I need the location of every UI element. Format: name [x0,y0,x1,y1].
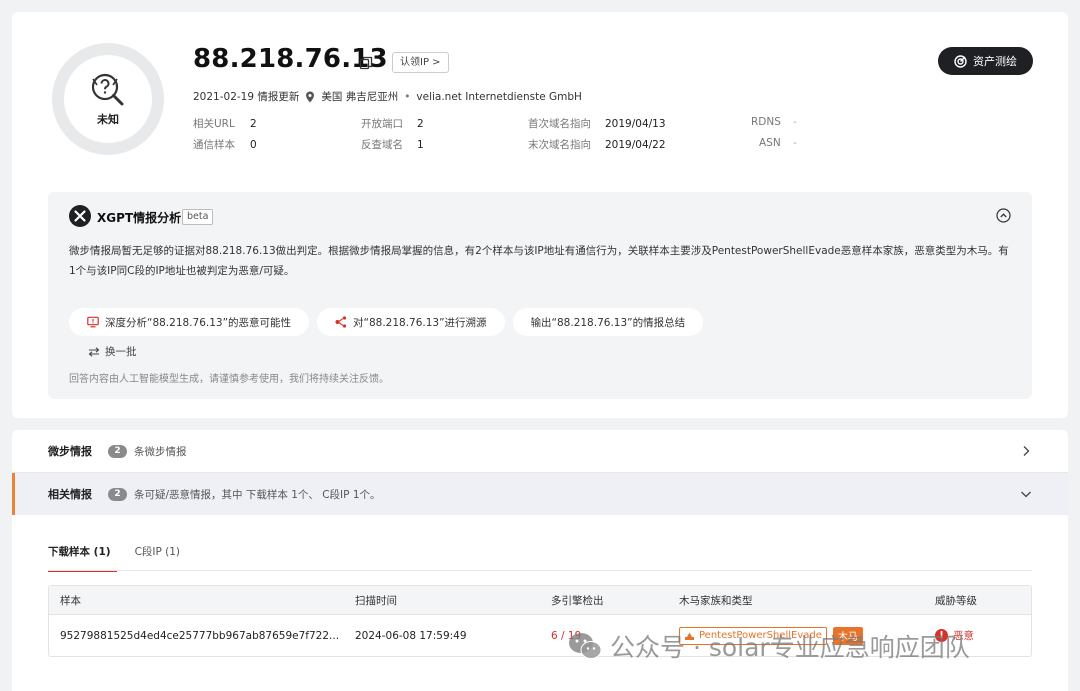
watermark-text: 公众号 · solar专业应急响应团队 [610,633,970,662]
chip-summary-label: 输出“88.218.76.13”的情报总结 [530,316,686,329]
section-threatbook-intel[interactable]: 微步情报 2 条微步情报 [12,430,1068,472]
stat-open-ports: 开放端口 2 [361,118,424,130]
count-badge: 2 [108,487,127,501]
meta-separator: • [404,90,411,103]
col-threat-level: 威胁等级 [935,594,977,607]
table-header: 样本 扫描时间 多引擎检出 木马家族和类型 威胁等级 [49,586,1031,614]
section-desc: 条微步情报 [134,445,187,458]
tabs-divider [48,570,1032,571]
related-tabs: 下载样本 (1) C段IP (1) [48,544,180,572]
chevron-right-icon [1023,446,1030,456]
scan-time: 2024-06-08 17:59:49 [355,629,467,642]
suggestion-chips: 深度分析“88.218.76.13”的恶意可能性 对“88.218.76.13”… [69,308,704,336]
col-engine-detect: 多引擎检出 [551,594,604,607]
section-related-intel[interactable]: 相关情报 2 条可疑/恶意情报，其中 下载样本 1个、 C段IP 1个。 [12,473,1068,515]
stat-first-domain: 首次域名指向 2019/04/13 [528,118,666,130]
section-title: 微步情报 [48,445,92,458]
stat-reverse-domains: 反查域名 1 [361,139,424,151]
chip-deep-analysis[interactable]: 深度分析“88.218.76.13”的恶意可能性 [69,308,310,336]
section-desc: 条可疑/恶意情报，其中 下载样本 1个、 C段IP 1个。 [134,488,381,501]
chevron-down-icon [1021,491,1031,498]
chip-summary[interactable]: 输出“88.218.76.13”的情报总结 [512,308,704,336]
ai-disclaimer: 回答内容由人工智能模型生成，请谨慎参考使用，我们将持续关注反馈。 [69,374,389,385]
trace-network-icon [335,316,347,328]
tab-c-segment-ip[interactable]: C段IP (1) [135,544,180,570]
sample-hash[interactable]: 95279881525d4ed4ce25777bb967ab87659e7f72… [60,615,339,656]
col-sample: 样本 [60,594,81,607]
isp-text: velia.net Internetdienste GmbH [416,90,582,103]
asset-mapping-label: 资产测绘 [973,55,1017,68]
refresh-label: 换一批 [105,346,137,358]
verdict-label: 未知 [97,113,119,126]
unknown-search-icon [91,73,124,106]
collapse-up-icon[interactable] [996,208,1011,223]
monitor-alert-icon [87,316,99,328]
radar-icon [954,54,967,68]
claim-ip-button[interactable]: 认领IP > [392,52,449,73]
update-date: 2021-02-19 情报更新 [193,91,300,103]
swap-arrows-icon [88,346,100,357]
xgpt-title: XGPT情报分析 [97,211,182,225]
ip-meta-line: 2021-02-19 情报更新 美国 弗吉尼亚州 • velia.net Int… [193,89,582,104]
wechat-icon [569,633,602,659]
copy-icon[interactable] [359,56,373,70]
xgpt-analysis-text: 微步情报局暂无足够的证据对88.218.76.13做出判定。根据微步情报局掌握的… [69,245,1009,277]
beta-tag: beta [182,209,214,225]
chip-deep-analysis-label: 深度分析“88.218.76.13”的恶意可能性 [105,316,292,329]
xgpt-analysis-panel: XGPT情报分析 beta 微步情报局暂无足够的证据对88.218.76.13做… [48,192,1032,399]
verdict-badge: 未知 [52,43,164,155]
chip-trace-source[interactable]: 对“88.218.76.13”进行溯源 [317,308,505,336]
count-badge: 2 [108,444,127,458]
asset-mapping-button[interactable]: 资产测绘 [938,47,1033,75]
stat-related-url: 相关URL 2 [193,118,257,130]
location-pin-icon [306,91,315,102]
col-family-type: 木马家族和类型 [679,594,753,607]
stat-last-domain: 末次域名指向 2019/04/22 [528,139,666,151]
stat-rdns: RDNS - [751,116,797,128]
tab-downloaded-samples[interactable]: 下载样本 (1) [48,544,117,572]
chip-trace-source-label: 对“88.218.76.13”进行溯源 [353,316,487,329]
location-text: 美国 弗吉尼亚州 [321,91,399,103]
col-scan-time: 扫描时间 [355,594,397,607]
stat-comm-samples: 通信样本 0 [193,139,257,151]
refresh-suggestions-button[interactable]: 换一批 [88,344,137,359]
stat-asn: ASN - [759,137,797,149]
wechat-watermark: 公众号 · solar专业应急响应团队 [568,628,970,664]
section-title: 相关情报 [48,488,92,501]
xgpt-logo-icon [69,205,91,227]
